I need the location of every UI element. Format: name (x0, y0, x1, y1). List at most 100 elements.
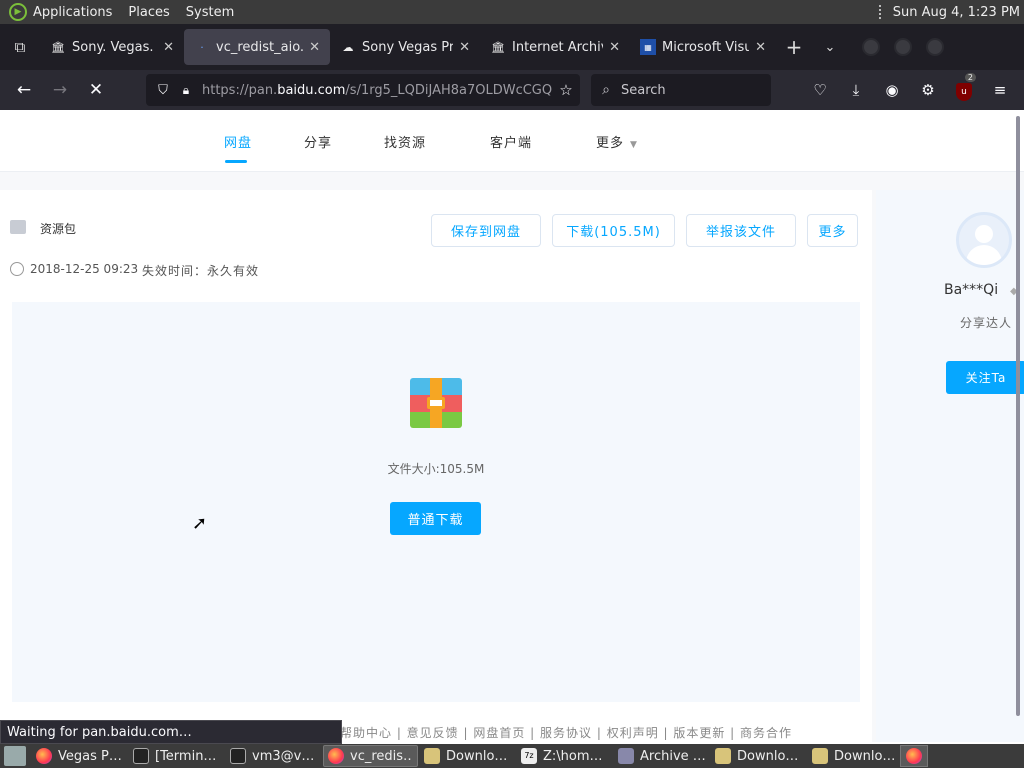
places-menu[interactable]: Places (128, 5, 169, 20)
bookmark-star-icon[interactable]: ☆ (552, 81, 580, 99)
more-label: 更多 (596, 136, 625, 151)
ms-icon: ▦ (640, 39, 656, 55)
back-icon[interactable]: ← (6, 74, 42, 106)
hamburger-menu-icon[interactable]: ≡ (982, 81, 1018, 99)
tab-title: Sony. Vegas. Pro (72, 39, 157, 55)
tab-title: Sony Vegas Pro (362, 39, 454, 55)
terminal-icon (230, 748, 246, 764)
url-bar[interactable]: ⛉ 🔒︎ https://pan.baidu.com/s/1rg5_LQDiJA… (146, 74, 580, 106)
task-label: [Termin… (155, 748, 217, 764)
search-placeholder: Search (621, 82, 666, 98)
taskbar: Vegas P… [Termin… vm3@v… vc_redis… Downl… (0, 744, 1024, 768)
distro-logo-icon[interactable]: ▶ (9, 3, 27, 21)
mouse-cursor-icon: ➚ (192, 513, 208, 534)
taskbar-item-downloads-3[interactable]: Downlo… (808, 745, 903, 767)
url-text[interactable]: https://pan.baidu.com/s/1rg5_LQDiJAH8a7O… (202, 83, 552, 98)
search-input[interactable]: ⌕ Search (591, 74, 771, 106)
taskbar-item-vegas[interactable]: Vegas P… (32, 745, 127, 767)
account-icon[interactable]: ◉ (874, 81, 910, 99)
stop-loading-icon[interactable]: ✕ (78, 74, 114, 106)
url-prefix: https://pan. (202, 82, 278, 98)
site-nav-item-share[interactable]: 分享 (304, 132, 332, 151)
taskbar-item-terminal[interactable]: [Termin… (129, 745, 224, 767)
extensions-icon[interactable]: ⚙ (910, 81, 946, 99)
lock-icon[interactable]: 🔒︎ (176, 83, 196, 98)
7zip-icon: 7z (521, 748, 537, 764)
firefox-view-icon[interactable]: ⧉ (0, 24, 40, 70)
close-icon[interactable]: ✕ (163, 40, 174, 55)
clock-icon (10, 262, 24, 276)
tab-vc-redist[interactable]: · vc_redist_aio.zip ✕ (184, 29, 330, 65)
close-window-button[interactable] (926, 38, 944, 56)
site-nav-item-client[interactable]: 客户端 (490, 132, 532, 151)
taskbar-item-vc-redist[interactable]: vc_redis… (323, 745, 418, 767)
tab-title: vc_redist_aio.zip (216, 39, 304, 55)
tab-microsoft-visual[interactable]: ▦ Microsoft Visual ✕ (630, 29, 776, 65)
cloud-icon: ☁ (342, 40, 354, 54)
file-type-icon (10, 220, 26, 234)
site-nav-item-more[interactable]: 更多 ▼ (596, 132, 638, 151)
list-all-tabs-icon[interactable]: ⌄ (812, 40, 848, 55)
pocket-icon[interactable]: ♡ (802, 81, 838, 99)
archive-manager-icon (618, 748, 634, 764)
more-button[interactable]: 更多 (807, 214, 858, 247)
tray-firefox-icon[interactable] (900, 745, 928, 767)
ublock-count-badge: 2 (964, 72, 976, 82)
tracking-protection-icon[interactable]: ⛉ (150, 83, 176, 98)
web-content: 网盘 分享 找资源 客户端 更多 ▼ 资源包 2018-12-25 09:23 失… (0, 110, 1024, 742)
clock[interactable]: Sun Aug 4, 1:23 PM (893, 5, 1020, 20)
close-icon[interactable]: ✕ (755, 40, 766, 55)
new-tab-button[interactable]: + (776, 35, 812, 59)
task-label: Downlo… (446, 748, 508, 764)
taskbar-item-7zip[interactable]: 7z Z:\hom… (517, 745, 612, 767)
taskbar-item-downloads-1[interactable]: Downlo… (420, 745, 515, 767)
user-sidebar: Ba***Qi ◆ 分享达人 关注Ta (876, 190, 1024, 742)
task-label: Downlo… (834, 748, 896, 764)
close-icon[interactable]: ✕ (609, 40, 620, 55)
user-subtitle: 分享达人 (960, 316, 1013, 330)
site-nav-item-netdisk[interactable]: 网盘 (224, 132, 252, 151)
task-label: vc_redis… (350, 748, 413, 764)
avatar[interactable] (956, 212, 1012, 268)
ublock-icon[interactable]: u2 (946, 72, 982, 101)
normal-download-button[interactable]: 普通下载 (390, 502, 481, 535)
tab-strip: ⧉ 🏛 Sony. Vegas. Pro ✕ · vc_redist_aio.z… (0, 24, 1024, 70)
panel-handle-icon (878, 5, 883, 19)
tab-title: Microsoft Visual (662, 39, 750, 55)
folder-icon (812, 748, 828, 764)
maximize-button[interactable] (894, 38, 912, 56)
folder-icon (715, 748, 731, 764)
download-button[interactable]: 下载(105.5M) (552, 214, 675, 247)
footer-links[interactable]: 帮助中心 | 意见反馈 | 网盘首页 | 服务协议 | 权利声明 | 版本更新 … (340, 724, 792, 741)
close-icon[interactable]: ✕ (459, 40, 470, 55)
task-label: Vegas P… (58, 748, 122, 764)
page-scrollbar[interactable] (1016, 116, 1022, 736)
taskbar-item-archive[interactable]: Archive … (614, 745, 709, 767)
system-menu[interactable]: System (186, 5, 234, 20)
forward-icon[interactable]: → (42, 74, 78, 106)
url-path: /s/1rg5_LQDiJAH8a7OLDWcCGQ (345, 82, 552, 98)
tab-internet-archive[interactable]: 🏛 Internet Archive ✕ (480, 29, 630, 65)
site-nav: 网盘 分享 找资源 客户端 更多 ▼ (0, 110, 1024, 172)
taskbar-item-vm3[interactable]: vm3@v… (226, 745, 321, 767)
downloads-icon[interactable]: ⤓ (838, 81, 874, 99)
show-desktop-icon[interactable] (4, 746, 26, 766)
site-nav-item-find-resources[interactable]: 找资源 (384, 132, 426, 151)
tab-sony-vegas[interactable]: 🏛 Sony. Vegas. Pro ✕ (40, 29, 184, 65)
close-icon[interactable]: ✕ (309, 40, 320, 55)
chevron-down-icon: ▼ (630, 140, 638, 150)
search-icon: ⌕ (602, 82, 610, 98)
folder-icon (424, 748, 440, 764)
file-size-text: 文件大小:105.5M (387, 462, 485, 476)
applications-menu[interactable]: Applications (33, 5, 112, 20)
report-button[interactable]: 举报该文件 (686, 214, 796, 247)
url-domain: baidu.com (277, 82, 346, 98)
zip-archive-icon (410, 378, 462, 428)
tab-sony-vegas-pro[interactable]: ☁ Sony Vegas Pro ✕ (330, 29, 480, 65)
task-label: Archive … (640, 748, 705, 764)
save-to-netdisk-button[interactable]: 保存到网盘 (431, 214, 541, 247)
taskbar-item-downloads-2[interactable]: Downlo… (711, 745, 806, 767)
minimize-button[interactable] (862, 38, 880, 56)
username[interactable]: Ba***Qi (944, 282, 998, 298)
follow-button[interactable]: 关注Ta (946, 361, 1024, 394)
